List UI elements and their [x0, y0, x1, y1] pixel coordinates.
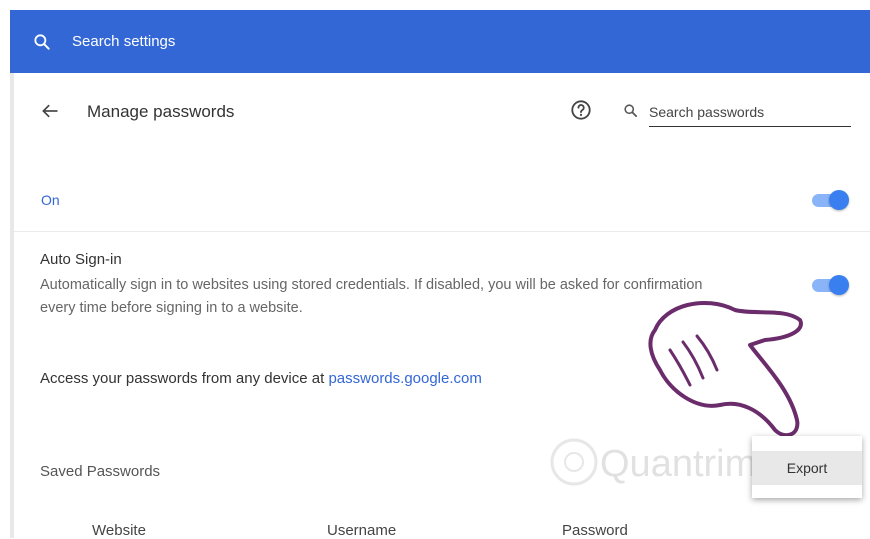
- column-header-username: Username: [327, 522, 397, 539]
- settings-search-placeholder[interactable]: Search settings: [72, 33, 175, 50]
- auto-signin-description: Automatically sign in to websites using …: [40, 277, 703, 316]
- toggle-knob: [829, 275, 849, 295]
- passwords-google-link[interactable]: passwords.google.com: [328, 370, 481, 387]
- manage-passwords-header: Manage passwords: [14, 88, 870, 138]
- search-passwords-icon: [624, 104, 637, 117]
- toggle-knob: [829, 190, 849, 210]
- left-margin: [0, 0, 10, 538]
- column-header-password: Password: [562, 522, 628, 539]
- export-button[interactable]: Export: [752, 451, 862, 485]
- card-edge: [10, 73, 14, 538]
- access-text: Access your passwords from any device at: [40, 370, 329, 387]
- export-menu: Export: [752, 436, 862, 498]
- help-circle-icon[interactable]: [570, 99, 592, 121]
- saved-passwords-title: Saved Passwords: [40, 463, 161, 480]
- auto-signin-toggle[interactable]: [812, 275, 849, 295]
- column-header-website: Website: [92, 522, 146, 539]
- arrow-left-icon[interactable]: [40, 101, 60, 121]
- page-title: Manage passwords: [87, 102, 235, 121]
- passwords-enabled-label: On: [41, 192, 60, 208]
- passwords-enabled-row: On: [14, 183, 870, 232]
- auto-signin-title: Auto Sign-in: [40, 251, 122, 268]
- search-passwords-input[interactable]: [649, 98, 851, 127]
- passwords-enabled-toggle[interactable]: [812, 190, 849, 210]
- access-passwords-line: Access your passwords from any device at…: [40, 370, 482, 387]
- settings-search-bar[interactable]: Search settings: [10, 10, 870, 73]
- search-icon: [34, 33, 50, 50]
